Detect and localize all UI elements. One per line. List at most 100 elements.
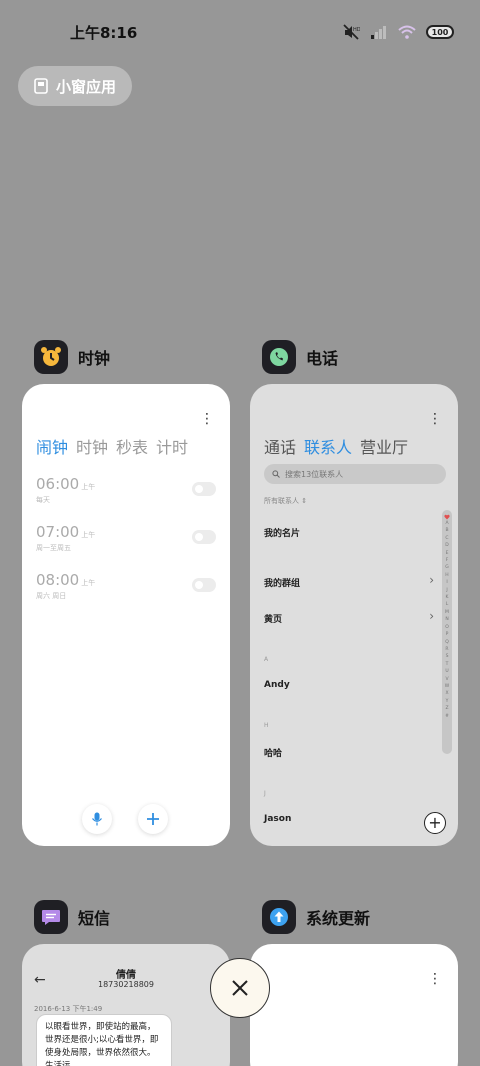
sms-contact-number: 18730218809 — [98, 980, 154, 989]
alarm-time: 08:00 — [36, 571, 80, 589]
section-letter: H — [264, 722, 269, 729]
alarm-time: 06:00 — [36, 475, 80, 493]
add-contact-button[interactable]: + — [424, 812, 446, 834]
contact-name: Andy — [264, 680, 290, 690]
tab-alarm[interactable]: 闹钟 — [36, 434, 68, 458]
index-letter[interactable]: H — [445, 572, 448, 579]
index-letter[interactable]: L — [446, 601, 449, 608]
index-letter[interactable]: C — [445, 535, 448, 542]
index-letter[interactable]: O — [445, 624, 449, 631]
chevron-right-icon: › — [429, 573, 434, 587]
yellow-pages-item[interactable]: 黄页 › — [264, 609, 434, 625]
status-time: 上午8:16 — [70, 24, 138, 42]
clock-app-icon — [34, 340, 68, 374]
tab-service-hall[interactable]: 营业厅 — [360, 434, 408, 458]
contact-name: 哈哈 — [264, 749, 283, 759]
index-letter[interactable]: U — [445, 668, 448, 675]
sms-app-name: 短信 — [78, 909, 111, 928]
index-letter[interactable]: G — [445, 564, 449, 571]
index-letter[interactable]: M — [445, 609, 449, 616]
chevron-right-icon: › — [429, 609, 434, 623]
my-groups-item[interactable]: 我的群组 › — [264, 573, 434, 589]
app-header-sms[interactable]: 短信 — [34, 900, 110, 934]
clock-menu-icon[interactable]: ⋮ — [200, 412, 214, 426]
index-letter[interactable]: I — [446, 579, 447, 586]
index-letter[interactable]: S — [446, 653, 449, 660]
sms-message-bubble[interactable]: 以眼看世界，即使站的最高，世界还是很小;以心看世界，即使身处局限，世界依然很大。… — [36, 1014, 172, 1066]
index-letter[interactable]: Z — [445, 705, 448, 712]
status-bar: 上午8:16 HD 100 — [0, 0, 480, 64]
alarm-repeat: 周一至周五 — [36, 544, 71, 552]
phone-app-name: 电话 — [306, 349, 339, 368]
plus-icon: + — [428, 813, 442, 832]
alarm-item[interactable]: 06:00 上午 每天 — [36, 474, 216, 512]
sms-timestamp: 2016-6-13 下午1:49 — [34, 1005, 103, 1013]
alarm-clock-icon — [41, 347, 61, 366]
alarm-repeat: 每天 — [36, 496, 50, 504]
message-bubble-icon — [42, 910, 60, 925]
contact-search-input[interactable]: 搜索13位联系人 — [264, 464, 446, 484]
app-header-clock[interactable]: 时钟 — [34, 340, 110, 374]
index-letter[interactable]: K — [446, 594, 449, 601]
phone-bubble-icon — [270, 348, 288, 366]
search-icon — [272, 470, 280, 478]
index-letter[interactable]: J — [446, 587, 447, 594]
alarm-toggle[interactable] — [192, 530, 216, 544]
index-letter[interactable]: B — [445, 527, 448, 534]
add-alarm-button[interactable] — [138, 804, 168, 834]
alarm-item[interactable]: 07:00 上午 周一至周五 — [36, 522, 216, 560]
small-window-apps-button[interactable]: 小窗应用 — [18, 66, 132, 106]
alphabet-index-scrollbar[interactable]: A B C D E F G H I J K L M N O P Q R S T U V W X Y Z # — [442, 510, 452, 754]
index-letter[interactable]: R — [445, 646, 448, 653]
tab-timer[interactable]: 计时 — [156, 434, 188, 458]
index-letter[interactable]: N — [445, 616, 448, 623]
app-header-system-update[interactable]: 系统更新 — [262, 900, 370, 934]
index-letter[interactable]: P — [446, 631, 449, 638]
sms-app-card[interactable]: ← 倩倩 18730218809 2016-6-13 下午1:49 以眼看世界，… — [22, 944, 230, 1066]
index-letter[interactable]: F — [446, 557, 449, 564]
index-letter[interactable]: D — [445, 542, 448, 549]
my-card-item[interactable]: 我的名片 — [264, 526, 434, 539]
phone-app-card[interactable]: ⋮ 通话 联系人 营业厅 搜索13位联系人 所有联系人 ⇕ 我的名片 我的群组 … — [250, 384, 458, 846]
wifi-icon — [398, 25, 416, 39]
contact-item[interactable]: Andy — [264, 680, 434, 690]
tab-contacts[interactable]: 联系人 — [304, 434, 352, 458]
clock-app-card[interactable]: ⋮ 闹钟 时钟 秒表 计时 06:00 上午 每天 07:00 上午 周一至周五 0… — [22, 384, 230, 846]
alarm-toggle[interactable] — [192, 578, 216, 592]
index-letter[interactable]: E — [446, 550, 449, 557]
my-groups-label: 我的群组 — [264, 579, 301, 589]
alarm-item[interactable]: 08:00 上午 周六 周日 — [36, 570, 216, 608]
alarm-toggle[interactable] — [192, 482, 216, 496]
alarm-repeat: 周六 周日 — [36, 592, 67, 600]
index-letter[interactable]: W — [445, 683, 449, 690]
yellow-pages-label: 黄页 — [264, 615, 283, 625]
small-window-apps-label: 小窗应用 — [56, 77, 117, 96]
clear-all-button[interactable] — [210, 958, 270, 1018]
phone-app-icon — [262, 340, 296, 374]
phone-menu-icon[interactable]: ⋮ — [428, 412, 442, 426]
index-letter[interactable]: A — [445, 520, 448, 527]
index-letter[interactable]: X — [445, 690, 448, 697]
app-header-phone[interactable]: 电话 — [262, 340, 338, 374]
contact-item[interactable]: 哈哈 — [264, 746, 434, 759]
contact-name: Jason — [264, 814, 292, 824]
index-letter[interactable]: Y — [446, 698, 449, 705]
sort-icon: ⇕ — [301, 497, 308, 505]
tab-stopwatch[interactable]: 秒表 — [116, 434, 148, 458]
index-letter[interactable]: V — [445, 676, 448, 683]
index-letter[interactable]: # — [445, 713, 449, 720]
system-update-app-icon — [262, 900, 296, 934]
system-update-app-card[interactable]: ⋮ — [250, 944, 458, 1066]
voice-button[interactable] — [82, 804, 112, 834]
system-update-menu-icon[interactable]: ⋮ — [428, 972, 442, 986]
tab-calls[interactable]: 通话 — [264, 434, 296, 458]
tab-clock[interactable]: 时钟 — [76, 434, 108, 458]
section-letter: J — [264, 790, 266, 797]
index-letter[interactable]: Q — [445, 639, 449, 646]
update-arrow-icon — [270, 908, 288, 926]
all-contacts-filter[interactable]: 所有联系人 ⇕ — [264, 496, 307, 506]
alarm-ampm: 上午 — [81, 483, 96, 491]
sms-contact-name: 倩倩 — [116, 970, 136, 981]
index-letter[interactable]: T — [446, 661, 449, 668]
contact-item[interactable]: Jason — [264, 814, 434, 824]
